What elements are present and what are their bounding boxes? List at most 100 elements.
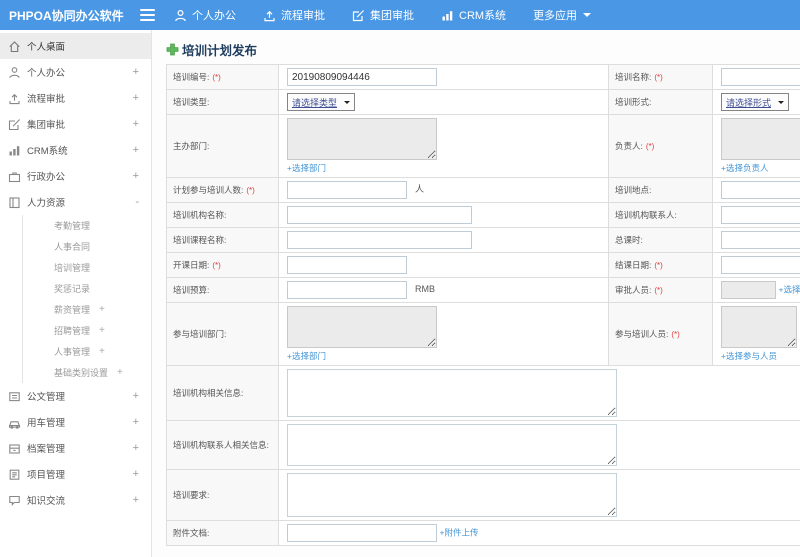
field-label: 负责人:: [615, 141, 643, 151]
sidebar-item-group-approval[interactable]: 集团审批 +: [0, 111, 151, 137]
nav-personal-office[interactable]: 个人办公: [174, 7, 236, 23]
org-info-textarea[interactable]: [287, 369, 617, 417]
sidebar-item-personnel-mgmt[interactable]: 人事管理 +: [23, 341, 151, 362]
page-title-row: 培训计划发布: [166, 40, 800, 58]
training-number-input[interactable]: [287, 68, 437, 86]
select-leader-link[interactable]: +选择负责人: [721, 163, 768, 173]
form-row-orgname-orgcontact: 培训机构名称: 培训机构联系人:: [166, 202, 800, 228]
field-label: 培训机构联系人:: [615, 210, 677, 220]
top-header: PHPOA协同办公软件 个人办公 流程审批 集团审批 CRM系统 更多应用: [0, 0, 800, 30]
field-label: 主办部门:: [173, 141, 210, 151]
select-participants-link[interactable]: +选择参与人员: [721, 351, 777, 361]
field-label: 培训名称:: [615, 72, 652, 82]
nav-more-apps[interactable]: 更多应用: [533, 7, 592, 23]
unit-label: 人: [415, 184, 425, 195]
org-contact-info-textarea[interactable]: [287, 424, 617, 466]
sidebar-item-vehicle-mgmt[interactable]: 用车管理 +: [0, 409, 151, 435]
attachment-upload-link[interactable]: +附件上传: [440, 527, 479, 537]
start-date-input[interactable]: [287, 256, 407, 274]
select-dept-link[interactable]: +选择部门: [287, 163, 326, 173]
training-name-input[interactable]: [721, 68, 800, 86]
part-dept-textarea[interactable]: [287, 306, 437, 348]
field-label: 总课时:: [615, 235, 643, 245]
training-requirements-textarea[interactable]: [287, 473, 617, 517]
training-plan-form: 培训编号:(*) 培训名称:(*) 培训类型: 请选择类型 培训形式: 请选择形…: [166, 64, 800, 546]
sidebar-item-archive-mgmt[interactable]: 档案管理 +: [0, 435, 151, 461]
upload-icon: [264, 10, 275, 21]
sidebar-item-attendance[interactable]: 考勤管理: [23, 215, 151, 236]
field-label: 开课日期:: [173, 260, 210, 270]
sidebar-item-hr-contract[interactable]: 人事合同: [23, 236, 151, 257]
sidebar-item-reward-record[interactable]: 奖惩记录: [23, 278, 151, 299]
participant-count-input[interactable]: [287, 181, 407, 199]
sidebar-item-base-category[interactable]: 基础类别设置 +: [23, 362, 151, 383]
form-row-org-info: 培训机构相关信息:: [166, 365, 800, 421]
nav-workflow-approval[interactable]: 流程审批: [263, 7, 325, 23]
budget-input[interactable]: [287, 281, 407, 299]
sidebar-item-workflow-approval[interactable]: 流程审批 +: [0, 85, 151, 111]
sidebar-item-knowledge[interactable]: 知识交流 +: [0, 487, 151, 513]
unit-label: RMB: [415, 284, 435, 295]
hamburger-menu-icon[interactable]: [140, 9, 160, 21]
form-row-org-contact-info: 培训机构联系人相关信息:: [166, 420, 800, 470]
main-content: 培训计划发布 培训编号:(*) 培训名称:(*) 培训类型: 请选择类型 培训形…: [152, 30, 800, 557]
field-label: 培训编号:: [173, 72, 210, 82]
field-label: 参与培训人员:: [615, 329, 669, 339]
end-date-input[interactable]: [721, 256, 800, 274]
chart-icon: [9, 145, 20, 155]
field-label: 培训形式:: [615, 97, 652, 107]
approver-input[interactable]: [721, 281, 776, 299]
select-approver-link[interactable]: +选择审批人员: [779, 284, 800, 294]
leader-textarea[interactable]: [721, 118, 800, 160]
form-row-count-location: 计划参与培训人数: (*) 人 培训地点:: [166, 177, 800, 203]
field-label: 参与培训部门:: [173, 329, 227, 339]
book-icon: [9, 196, 20, 208]
field-label: 审批人员:: [615, 285, 652, 295]
sidebar-item-salary-mgmt[interactable]: 薪资管理 +: [23, 299, 151, 320]
field-label: 培训地点:: [615, 185, 652, 195]
sidebar-item-official-doc[interactable]: 公文管理 +: [0, 383, 151, 409]
field-label: 计划参与培训人数:: [173, 185, 244, 195]
sidebar-item-desktop[interactable]: 个人桌面: [0, 33, 151, 59]
top-nav: 个人办公 流程审批 集团审批 CRM系统 更多应用: [174, 7, 618, 23]
sidebar-item-personal-office[interactable]: 个人办公 +: [0, 59, 151, 85]
course-hours-input[interactable]: [721, 231, 800, 249]
training-mode-select[interactable]: 请选择形式: [721, 93, 790, 111]
sidebar-item-hr[interactable]: 人力资源 -: [0, 189, 151, 215]
car-icon: [8, 420, 21, 429]
form-row-part-dept-people: 参与培训部门: +选择部门 参与培训人员: (*) +选择参与人员: [166, 302, 800, 366]
caret-down-icon: [778, 101, 785, 107]
field-label: 结课日期:: [615, 260, 652, 270]
home-icon: [9, 40, 20, 52]
course-name-input[interactable]: [287, 231, 472, 249]
nav-crm-system[interactable]: CRM系统: [441, 7, 506, 23]
document-icon: [9, 391, 20, 401]
sidebar-item-admin-office[interactable]: 行政办公 +: [0, 163, 151, 189]
sidebar-item-recruit-mgmt[interactable]: 招聘管理 +: [23, 320, 151, 341]
form-row-course-hours: 培训课程名称: 总课时:: [166, 227, 800, 253]
sidebar-item-training-mgmt[interactable]: 培训管理: [23, 257, 151, 278]
training-type-select[interactable]: 请选择类型: [287, 93, 356, 111]
field-label: 附件文档:: [173, 528, 210, 538]
org-contact-input[interactable]: [721, 206, 800, 224]
sidebar-item-project-mgmt[interactable]: 项目管理 +: [0, 461, 151, 487]
chart-icon: [442, 10, 453, 20]
training-location-input[interactable]: [721, 181, 800, 199]
nav-group-approval[interactable]: 集团审批: [352, 7, 414, 23]
field-label: 培训类型:: [173, 97, 210, 107]
user-icon: [175, 9, 186, 21]
form-row-type-mode: 培训类型: 请选择类型 培训形式: 请选择形式: [166, 89, 800, 115]
select-dept-link[interactable]: +选择部门: [287, 351, 326, 361]
part-people-textarea[interactable]: [721, 306, 797, 348]
form-row-dept-leader: 主办部门: +选择部门 负责人: (*) +选择负责人: [166, 114, 800, 178]
chat-icon: [9, 495, 20, 506]
field-label: 培训机构相关信息:: [173, 388, 244, 398]
sidebar-item-crm[interactable]: CRM系统 +: [0, 137, 151, 163]
attachment-input[interactable]: [287, 524, 437, 542]
app-logo: PHPOA协同办公软件: [9, 8, 124, 23]
field-label: 培训机构联系人相关信息:: [173, 440, 269, 450]
host-dept-textarea[interactable]: [287, 118, 437, 160]
form-row-budget-approver: 培训预算: RMB 审批人员:(*) +选择审批人员: [166, 277, 800, 303]
archive-icon: [9, 443, 20, 454]
org-name-input[interactable]: [287, 206, 472, 224]
